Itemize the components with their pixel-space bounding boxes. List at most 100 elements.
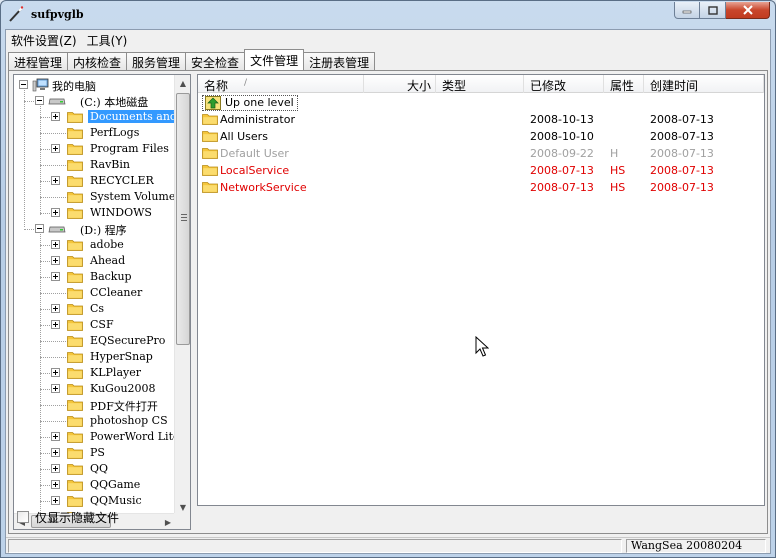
tree-label: Ahead bbox=[90, 254, 126, 267]
expand-toggle[interactable] bbox=[51, 480, 60, 489]
tree-line bbox=[24, 87, 25, 227]
list-header: 名称 / 大小 类型 已修改 属性 创建时间 bbox=[198, 75, 764, 93]
hidden-only-checkbox[interactable] bbox=[17, 511, 29, 523]
expand-toggle[interactable] bbox=[51, 448, 60, 457]
up-one-level-button[interactable]: Up one level bbox=[202, 95, 298, 111]
tab-registry-manager[interactable]: 注册表管理 bbox=[303, 52, 376, 70]
tree-line bbox=[40, 421, 68, 422]
expand-toggle[interactable] bbox=[51, 272, 60, 281]
list-item[interactable]: LocalService 2008-07-13 HS 2008-07-13 bbox=[198, 162, 764, 179]
column-modified[interactable]: 已修改 bbox=[524, 75, 604, 93]
item-name: LocalService bbox=[220, 164, 290, 177]
folder-icon bbox=[67, 480, 83, 491]
expand-toggle[interactable] bbox=[51, 432, 60, 441]
client-area: 软件设置(Z) 工具(Y) 进程管理 内核检查 服务管理 安全检查 文件管理 注… bbox=[5, 29, 771, 554]
tree-line bbox=[40, 133, 68, 134]
expand-toggle[interactable] bbox=[51, 144, 60, 153]
item-name: Administrator bbox=[220, 113, 295, 126]
item-name: NetworkService bbox=[220, 181, 307, 194]
item-attributes: H bbox=[610, 147, 619, 160]
tab-service-manager[interactable]: 服务管理 bbox=[126, 52, 187, 70]
menu-tools[interactable]: 工具(Y) bbox=[82, 30, 133, 48]
tree-line bbox=[40, 469, 50, 470]
column-attributes[interactable]: 属性 bbox=[604, 75, 644, 93]
folder-icon bbox=[67, 112, 83, 123]
status-bar: WangSea 20080204 bbox=[6, 537, 770, 553]
expand-toggle[interactable] bbox=[51, 368, 60, 377]
item-modified: 2008-09-22 bbox=[530, 147, 594, 160]
drive-icon bbox=[48, 98, 66, 105]
expand-toggle[interactable] bbox=[51, 496, 60, 505]
folder-icon bbox=[67, 192, 83, 203]
title-bar[interactable]: sufpvglb bbox=[1, 1, 775, 29]
file-manager-panel: 我的电脑 (C:) 本地磁盘 Documents and PerfLogs Prog… bbox=[8, 70, 768, 534]
collapse-toggle[interactable] bbox=[19, 80, 28, 89]
tree-line bbox=[40, 325, 50, 326]
maximize-button[interactable] bbox=[700, 2, 726, 19]
expand-toggle[interactable] bbox=[51, 464, 60, 473]
tree-line bbox=[40, 309, 50, 310]
tree-label: RECYCLER bbox=[90, 174, 154, 187]
tree-label: (C:) 本地磁盘 bbox=[80, 96, 149, 109]
expand-toggle[interactable] bbox=[51, 256, 60, 265]
up-one-level-row[interactable]: Up one level bbox=[198, 94, 764, 111]
tab-security-check[interactable]: 安全检查 bbox=[185, 52, 246, 70]
scroll-thumb[interactable] bbox=[176, 93, 190, 345]
tree-label: KLPlayer bbox=[90, 366, 141, 379]
status-panel-left bbox=[8, 539, 622, 553]
tree-line bbox=[40, 405, 68, 406]
tree-line bbox=[40, 181, 50, 182]
tree-label: QQ bbox=[90, 462, 109, 475]
minimize-button[interactable] bbox=[674, 2, 700, 19]
minimize-icon bbox=[682, 10, 692, 14]
tree-label: PowerWord Lite bbox=[90, 430, 176, 443]
scroll-corner bbox=[174, 513, 190, 529]
folder-icon bbox=[67, 352, 83, 363]
item-name: All Users bbox=[220, 130, 268, 143]
list-item[interactable]: NetworkService 2008-07-13 HS 2008-07-13 bbox=[198, 179, 764, 196]
folder-icon bbox=[67, 144, 83, 155]
expand-toggle[interactable] bbox=[51, 304, 60, 313]
file-list[interactable]: 名称 / 大小 类型 已修改 属性 创建时间 Up one level Admi… bbox=[197, 74, 765, 506]
close-button[interactable] bbox=[726, 2, 770, 19]
expand-toggle[interactable] bbox=[51, 320, 60, 329]
menu-software-settings[interactable]: 软件设置(Z) bbox=[6, 30, 82, 48]
list-item[interactable]: Administrator 2008-10-13 2008-07-13 bbox=[198, 111, 764, 128]
expand-toggle[interactable] bbox=[51, 240, 60, 249]
computer-icon bbox=[32, 78, 49, 92]
tab-process-manager[interactable]: 进程管理 bbox=[8, 52, 69, 70]
tree-vertical-scrollbar[interactable]: ▲ ▼ bbox=[174, 75, 190, 515]
folder-icon bbox=[67, 128, 83, 139]
scroll-up-arrow-icon[interactable]: ▲ bbox=[175, 75, 190, 91]
column-name[interactable]: 名称 / bbox=[198, 75, 364, 93]
tree-line bbox=[40, 293, 68, 294]
expand-toggle[interactable] bbox=[51, 208, 60, 217]
tree-label: photoshop CS bbox=[90, 414, 168, 427]
column-size[interactable]: 大小 bbox=[364, 75, 436, 93]
list-item[interactable]: Default User 2008-09-22 H 2008-07-13 bbox=[198, 145, 764, 162]
tree-label: QQMusic bbox=[90, 494, 142, 507]
folder-icon bbox=[67, 320, 83, 331]
tree-label: HyperSnap bbox=[90, 350, 153, 363]
folder-icon bbox=[202, 114, 218, 125]
tab-kernel-check[interactable]: 内核检查 bbox=[67, 52, 128, 70]
tree-label: CCleaner bbox=[90, 286, 143, 299]
menu-bar: 软件设置(Z) 工具(Y) bbox=[6, 30, 770, 48]
tree-line bbox=[40, 341, 68, 342]
up-arrow-icon bbox=[205, 96, 221, 110]
item-created: 2008-07-13 bbox=[650, 147, 714, 160]
collapse-toggle[interactable] bbox=[35, 96, 44, 105]
tab-file-manager[interactable]: 文件管理 bbox=[244, 49, 305, 70]
column-type[interactable]: 类型 bbox=[436, 75, 524, 93]
column-created[interactable]: 创建时间 bbox=[644, 75, 764, 93]
tree-line bbox=[40, 277, 50, 278]
close-icon bbox=[742, 5, 753, 15]
collapse-toggle[interactable] bbox=[35, 224, 44, 233]
expand-toggle[interactable] bbox=[51, 176, 60, 185]
expand-toggle[interactable] bbox=[51, 384, 60, 393]
folder-icon bbox=[67, 160, 83, 171]
expand-toggle[interactable] bbox=[51, 112, 60, 121]
list-item[interactable]: All Users 2008-10-10 2008-07-13 bbox=[198, 128, 764, 145]
tree-label: RavBin bbox=[90, 158, 130, 171]
folder-tree[interactable]: 我的电脑 (C:) 本地磁盘 Documents and PerfLogs Prog… bbox=[13, 74, 191, 530]
